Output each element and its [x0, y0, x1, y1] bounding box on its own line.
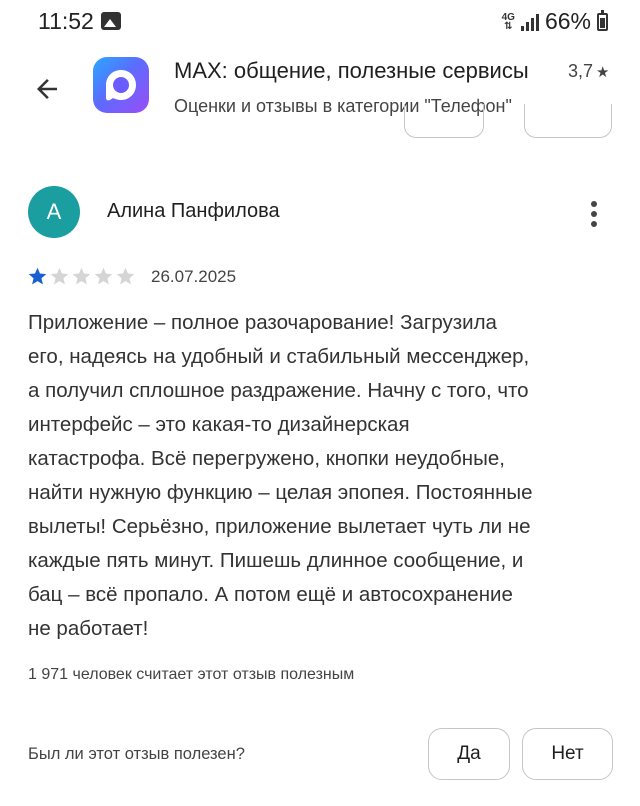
- status-bar: 11:52 4G ⇅ 66%: [0, 0, 640, 44]
- review-text-line: Приложение – полное разочарование! Загру…: [28, 311, 497, 334]
- more-vert-icon[interactable]: [578, 194, 610, 234]
- avatar: А: [28, 186, 80, 238]
- review-text-line: вылеты! Серьёзно, приложение вылетает чу…: [28, 515, 531, 538]
- review-text-line: его, надеясь на удобный и стабильный мес…: [28, 345, 530, 368]
- review-text-line: каждые пять минут. Пишешь длинное сообще…: [28, 549, 524, 572]
- max-app-icon[interactable]: [93, 57, 149, 113]
- star-filled-icon: [28, 267, 47, 285]
- review-text-line: не работает!: [28, 617, 149, 640]
- status-time: 11:52: [38, 8, 94, 34]
- network-type-label: 4G ⇅: [502, 12, 515, 32]
- app-rating: 3,7 ★: [568, 61, 609, 82]
- status-indicators: 4G ⇅ 66%: [502, 8, 608, 35]
- star-empty-icon: [94, 267, 113, 285]
- helpful-no-button[interactable]: Нет: [522, 728, 613, 780]
- reviewer-name: Алина Панфилова: [107, 200, 280, 222]
- filter-chip[interactable]: [524, 104, 612, 138]
- helpful-question: Был ли этот отзыв полезен?: [28, 745, 245, 763]
- review-text-line: а получил сплошное раздражение. Начну с …: [28, 379, 529, 402]
- review-text-line: интерфейс – это какая-то дизайнерская: [28, 413, 410, 436]
- review-rating-stars: [27, 266, 136, 287]
- review-date: 26.07.2025: [151, 267, 237, 286]
- star-empty-icon: [116, 267, 135, 285]
- review-text: Приложение – полное разочарование! Загру…: [28, 306, 618, 646]
- review-text-line: бац – всё пропало. А потом ещё и автосох…: [28, 583, 513, 606]
- app-rating-value: 3,7: [568, 61, 594, 81]
- signal-icon: [520, 13, 539, 31]
- star-icon: ★: [596, 64, 610, 81]
- review-text-line: катастрофа. Всё перегружено, кнопки неуд…: [28, 447, 505, 470]
- helpful-yes-button[interactable]: Да: [428, 728, 510, 780]
- gallery-icon: [101, 12, 121, 30]
- battery-percent: 66%: [544, 8, 591, 34]
- helpful-count: 1 971 человек считает этот отзыв полезны…: [28, 666, 355, 683]
- app-title: MAX: общение, полезные сервисы: [174, 58, 529, 83]
- filter-chip[interactable]: [404, 104, 484, 138]
- review-text-line: найти нужную функцию – целая эпопея. Пос…: [28, 481, 533, 504]
- star-empty-icon: [72, 267, 91, 285]
- data-arrows-icon: ⇅: [504, 20, 513, 32]
- arrow-left-icon: [37, 79, 57, 99]
- max-logo-icon: [106, 70, 136, 101]
- back-button[interactable]: [24, 66, 70, 112]
- battery-icon: [597, 9, 608, 31]
- star-empty-icon: [50, 267, 69, 285]
